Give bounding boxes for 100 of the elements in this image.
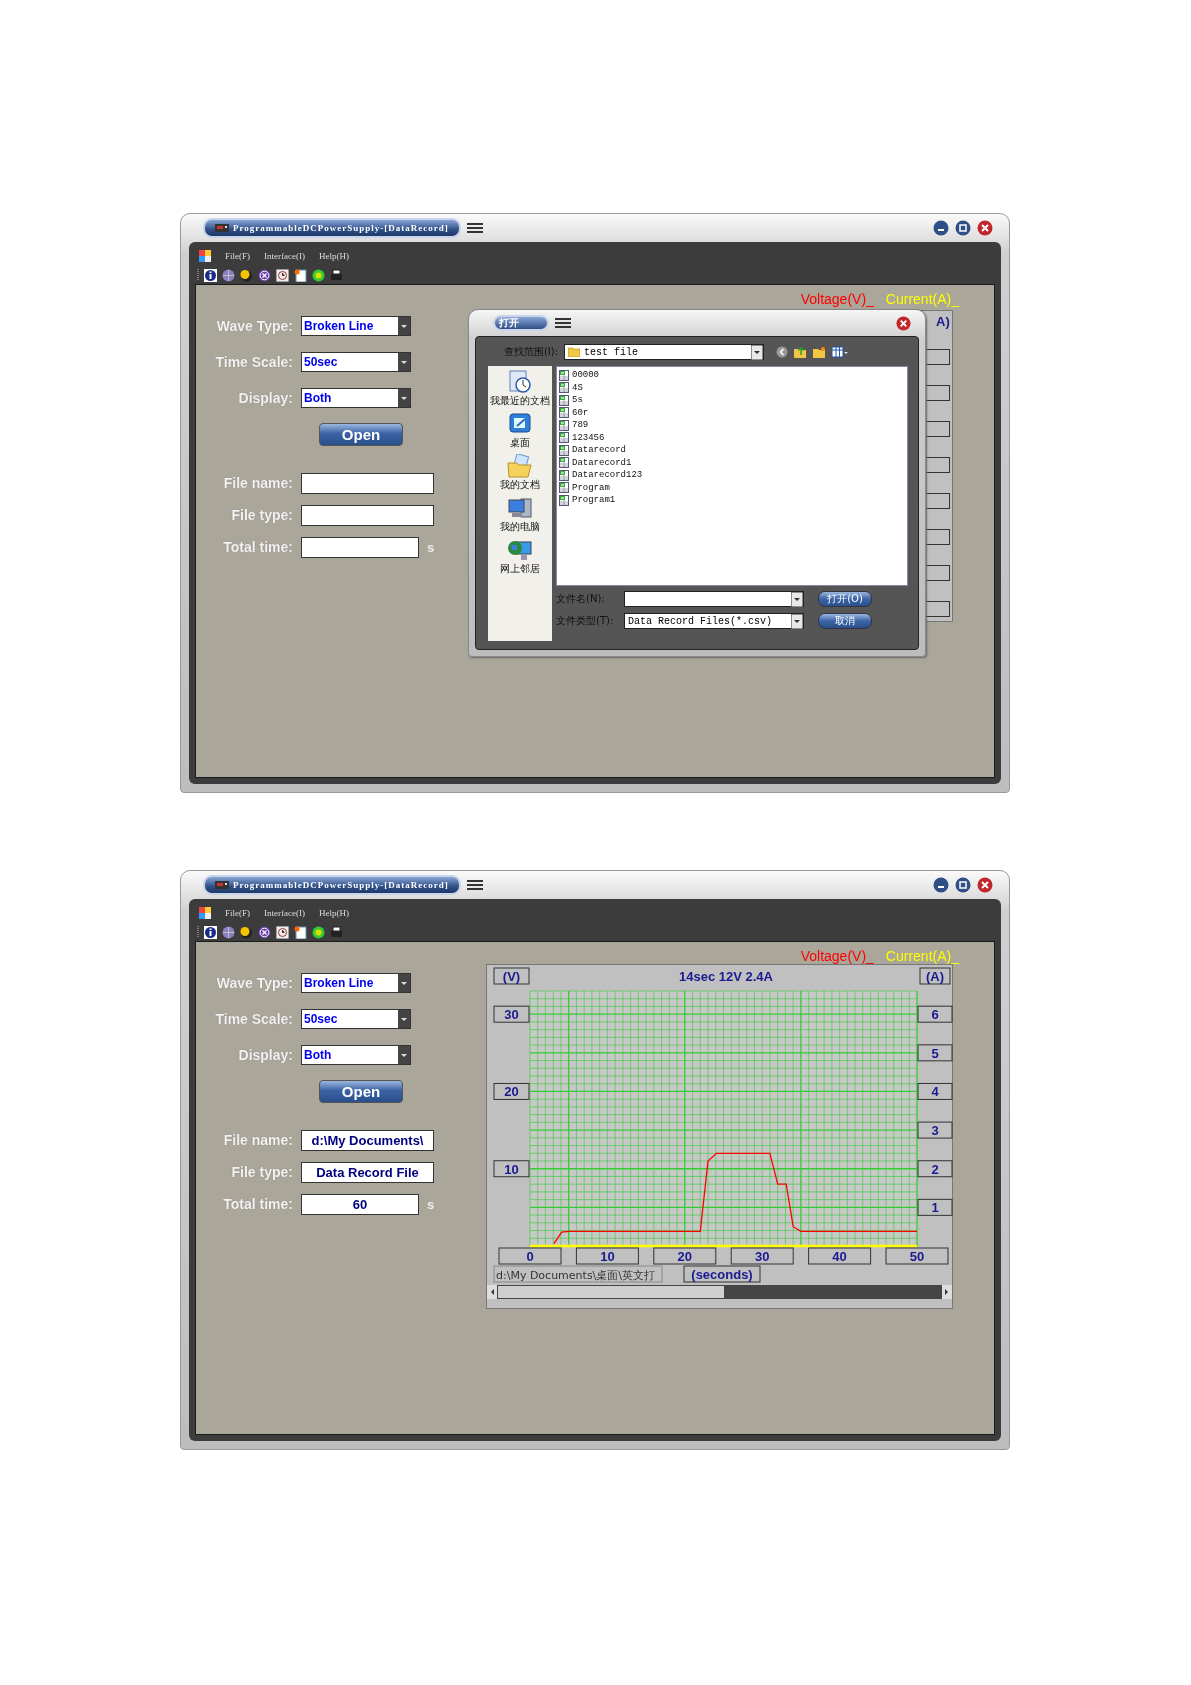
menu-icon[interactable] [466,223,483,233]
spreadsheet-icon [559,444,570,456]
input-field[interactable] [301,472,434,494]
maximize-icon[interactable] [955,220,971,236]
axis-tick-label: 30 [493,1005,530,1023]
printer-icon[interactable] [330,268,343,282]
x-tick-label: 50 [909,1249,925,1264]
close-icon[interactable] [977,877,993,893]
place-item[interactable]: 我的电脑 [500,496,540,534]
clock-icon[interactable] [276,925,289,939]
up-folder-icon[interactable] [794,346,807,358]
caret-icon[interactable] [791,613,803,629]
dropdown-field[interactable]: Both [301,388,411,408]
axis-tick-label: 0 [498,1247,562,1265]
back-icon[interactable] [776,346,788,358]
caret-icon[interactable] [791,591,803,607]
menu-icon[interactable] [466,880,483,890]
file-item[interactable]: Datarecord [559,444,905,457]
minimize-icon[interactable] [933,877,949,893]
dropdown-field[interactable]: 50sec [301,352,411,372]
axis-tick-label: 50 [885,1247,949,1265]
unit-label: s [427,1196,435,1212]
dropdown-field[interactable]: Both [301,1045,411,1065]
horizontal-scrollbar[interactable] [487,1285,952,1299]
look-in-dropdown[interactable]: test file [564,344,764,360]
globe-icon[interactable] [222,268,235,282]
field-label: File type: [230,1164,293,1180]
file-item[interactable]: Program1 [559,494,905,507]
axis-tick-label: 4 [917,1082,953,1100]
caret-icon[interactable] [398,974,410,992]
input-field[interactable]: 60 [301,1193,419,1215]
cancel-icon[interactable] [258,925,271,939]
menu-item[interactable]: File(F) [225,908,250,918]
field-label: Time Scale: [214,1011,293,1027]
view-menu-icon[interactable] [832,346,848,358]
caret-icon[interactable] [398,389,410,407]
place-item[interactable]: 我的文档 [500,454,540,492]
input-field[interactable]: d:\My Documents\ [301,1129,434,1151]
cancel-icon[interactable] [258,268,271,282]
file-item[interactable]: 789 [559,419,905,432]
file-item[interactable]: Program [559,481,905,494]
file-item[interactable]: 00000 [559,369,905,382]
place-item[interactable]: 网上邻居 [500,538,540,576]
caret-icon[interactable] [398,1010,410,1028]
info-icon[interactable] [204,268,217,282]
document-icon[interactable] [294,268,307,282]
caret-icon[interactable] [398,317,410,335]
x-tick-label: 20 [677,1249,693,1264]
spreadsheet-icon [559,419,570,431]
file-item[interactable]: Datarecord123 [559,469,905,482]
menu-item[interactable]: File(F) [225,251,250,261]
caret-icon[interactable] [751,344,763,360]
close-icon[interactable] [977,220,993,236]
open-button[interactable]: Open [319,1080,403,1103]
file-item[interactable]: 4S [559,381,905,394]
file-item[interactable]: 123456 [559,431,905,444]
file-item[interactable]: Datarecord1 [559,456,905,469]
spreadsheet-icon [559,369,570,381]
dropdown-field[interactable]: Broken Line [301,316,411,336]
file-item[interactable]: 5s [559,394,905,407]
info-icon[interactable] [204,925,217,939]
minimize-icon[interactable] [933,220,949,236]
caret-icon[interactable] [398,1046,410,1064]
place-icon [507,412,533,436]
open-button[interactable]: Open [319,423,403,446]
menu-item[interactable]: Interface(I) [264,251,305,261]
document-icon[interactable] [294,925,307,939]
close-icon[interactable] [896,315,911,331]
field-label: Wave Type: [215,975,293,991]
axis-tick-label: 20 [653,1247,717,1265]
unit-label: (V) [493,967,530,985]
clock-icon[interactable] [276,268,289,282]
globe-icon[interactable] [222,925,235,939]
dropdown-field[interactable]: Broken Line [301,973,411,993]
input-field[interactable]: Data Record File [301,1161,434,1183]
input-field[interactable] [301,504,434,526]
spreadsheet-icon [559,494,570,506]
menu-icon[interactable] [555,318,571,328]
printer-icon[interactable] [330,925,343,939]
new-folder-icon[interactable] [813,346,826,358]
file-name-field[interactable] [624,591,804,607]
y-tick-label: 10 [504,1161,519,1177]
dropdown-field[interactable]: 50sec [301,1009,411,1029]
place-item[interactable]: 桌面 [507,412,533,450]
menu-item[interactable]: Help(H) [319,908,349,918]
legend-label: Current(A)_ [885,948,959,964]
x-tick-label: 0 [526,1249,534,1264]
open-button[interactable]: 打开(O) [818,591,872,607]
axis-tick-label: 1 [917,1198,953,1216]
file-item[interactable]: 60r [559,406,905,419]
menu-item[interactable]: Interface(I) [264,908,305,918]
caret-icon[interactable] [398,353,410,371]
maximize-icon[interactable] [955,877,971,893]
cancel-button[interactable]: 取消 [818,613,872,629]
place-item[interactable]: 我最近的文档 [490,370,550,408]
file-type-dropdown[interactable]: Data Record Files(*.csv) [624,613,804,629]
axis-tick-label: 3 [917,1121,953,1139]
menu-item[interactable]: Help(H) [319,251,349,261]
power-supply-icon [215,880,229,890]
input-field[interactable] [301,536,419,558]
